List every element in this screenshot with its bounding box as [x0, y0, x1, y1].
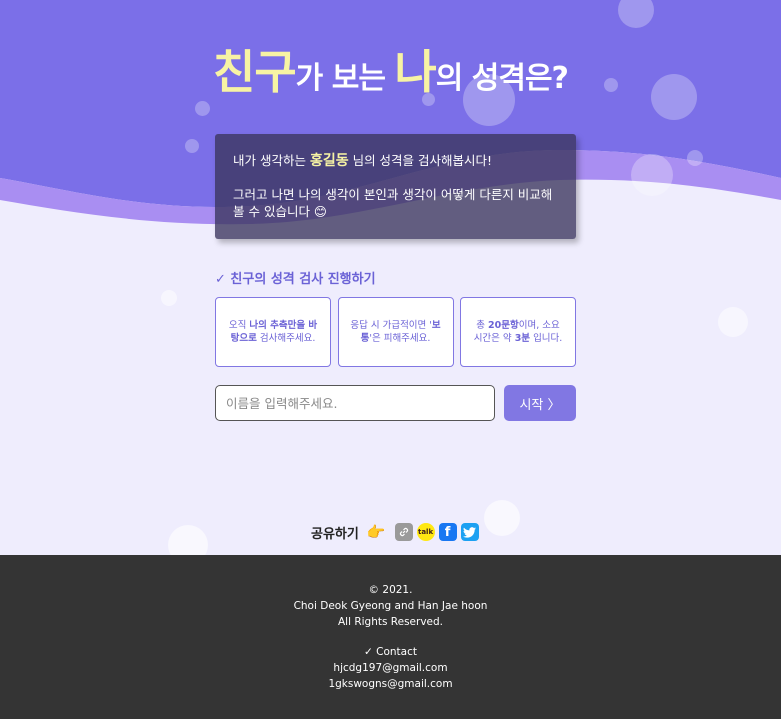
title-text-end: 의 성격은?: [435, 61, 569, 96]
footer-authors: Choi Deok Gyeong and Han Jae hoon: [293, 600, 488, 612]
guide-card: 응답 시 가급적이면 '보통'은 피해주세요.: [337, 297, 454, 367]
guide-card: 오직 나의 추측만을 바탕으로 검사해주세요.: [215, 297, 331, 367]
pointing-hand-icon: 👉: [366, 523, 386, 541]
bubble-decoration: [195, 101, 210, 116]
bubble-decoration: [484, 500, 520, 536]
twitter-icon[interactable]: [460, 523, 479, 541]
footer-contact-heading: ✓ Contact: [364, 646, 417, 658]
friend-name: 홍길동: [309, 153, 349, 169]
bubble-decoration: [631, 154, 673, 196]
intro-box: 내가 생각하는 홍길동 님의 성격을 검사해봅시다! 그러고 나면 나의 생각이…: [215, 134, 576, 239]
bubble-decoration: [718, 307, 748, 337]
share-label: 공유하기: [311, 526, 359, 542]
intro-line-1: 내가 생각하는 홍길동 님의 성격을 검사해봅시다!: [233, 153, 493, 169]
facebook-icon[interactable]: f: [438, 523, 457, 541]
guide-cards: 오직 나의 추측만을 바탕으로 검사해주세요. 응답 시 가급적이면 '보통'은…: [215, 297, 576, 367]
guide-card: 총 20문항이며, 소요 시간은 약 3분 입니다.: [460, 297, 576, 367]
intro-line-2: 그러고 나면 나의 생각이 본인과 생각이 어떻게 다른지 비교해볼 수 있습니…: [233, 187, 553, 219]
bubble-decoration: [687, 150, 703, 166]
title-text: 가 보는: [295, 61, 395, 96]
bubble-decoration: [161, 290, 177, 306]
title-highlight-me: 나: [394, 45, 436, 99]
kakao-icon[interactable]: talk: [416, 523, 435, 541]
link-icon[interactable]: [394, 523, 413, 541]
page-title: 친구가 보는 나의 성격은?: [0, 36, 781, 102]
bubble-decoration: [185, 139, 199, 153]
footer-copyright: © 2021.: [368, 584, 413, 596]
section-title: ✓ 친구의 성격 검사 진행하기: [215, 272, 376, 287]
start-button[interactable]: 시작 〉: [504, 385, 576, 421]
footer-email[interactable]: 1gkswogns@gmail.com: [0, 676, 781, 692]
footer: © 2021. Choi Deok Gyeong and Han Jae hoo…: [0, 555, 781, 719]
footer-email[interactable]: hjcdg197@gmail.com: [0, 660, 781, 676]
share-bar: 공유하기 👉 talk f: [311, 521, 483, 543]
name-input[interactable]: [215, 385, 495, 421]
title-highlight-friend: 친구: [213, 45, 297, 99]
footer-rights: All Rights Reserved.: [337, 616, 444, 628]
